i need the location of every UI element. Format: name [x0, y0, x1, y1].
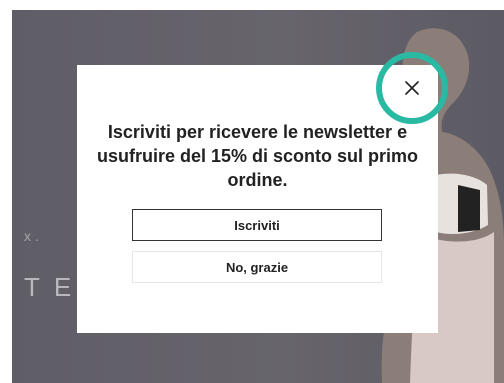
close-button[interactable]	[400, 76, 424, 100]
decline-button[interactable]: No, grazie	[132, 251, 382, 283]
background-subtext: x.	[24, 228, 43, 244]
modal-title: Iscriviti per ricevere le newsletter e u…	[96, 122, 419, 190]
close-icon	[405, 81, 419, 95]
subscribe-button[interactable]: Iscriviti	[132, 209, 382, 241]
